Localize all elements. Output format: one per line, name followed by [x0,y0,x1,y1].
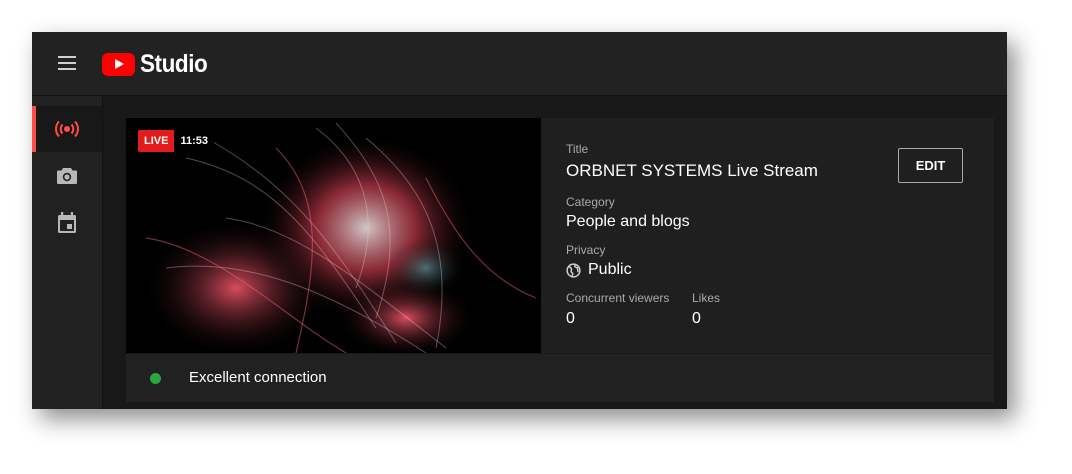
title-label: Title [566,142,589,156]
studio-window: Studio LIVE 11:53 Title ORBNET SYSTEMS L… [32,32,1007,409]
globe-icon [566,262,581,278]
youtube-play-icon [102,52,135,76]
live-badge: LIVE 11:53 [138,130,214,152]
privacy-row: Public [566,261,632,279]
live-broadcast-icon [55,120,79,138]
top-bar: Studio [32,32,1007,96]
elapsed-time: 11:53 [174,130,214,152]
live-label: LIVE [138,130,175,152]
sidebar-item-webcam[interactable] [32,153,102,199]
stream-card: LIVE 11:53 Title ORBNET SYSTEMS Live Str… [126,118,994,353]
stream-preview[interactable]: LIVE 11:53 [126,118,541,353]
logo-text: Studio [140,49,208,78]
sidebar-item-live[interactable] [32,106,102,152]
privacy-label: Privacy [566,243,606,257]
stream-category: People and blogs [566,213,690,230]
stream-title: ORBNET SYSTEMS Live Stream [566,161,818,180]
camera-icon [57,168,77,184]
viewers-label: Concurrent viewers [566,291,670,305]
edit-button[interactable]: EDIT [898,148,963,183]
viewers-count: 0 [566,310,575,327]
sidebar-item-manage[interactable] [32,200,102,246]
likes-label: Likes [692,291,721,305]
content-header-strip [103,96,1007,118]
sidebar [32,96,103,409]
likes-count: 0 [692,310,701,327]
connection-status-bar: Excellent connection [126,353,994,402]
category-label: Category [566,195,615,209]
stream-preview-image [126,118,541,353]
hamburger-menu-icon[interactable] [58,56,76,70]
youtube-studio-logo[interactable]: Studio [102,49,215,78]
connection-status-icon [150,373,161,384]
calendar-icon [58,212,76,233]
connection-status-text: Excellent connection [189,369,327,386]
stream-privacy: Public [588,261,632,278]
